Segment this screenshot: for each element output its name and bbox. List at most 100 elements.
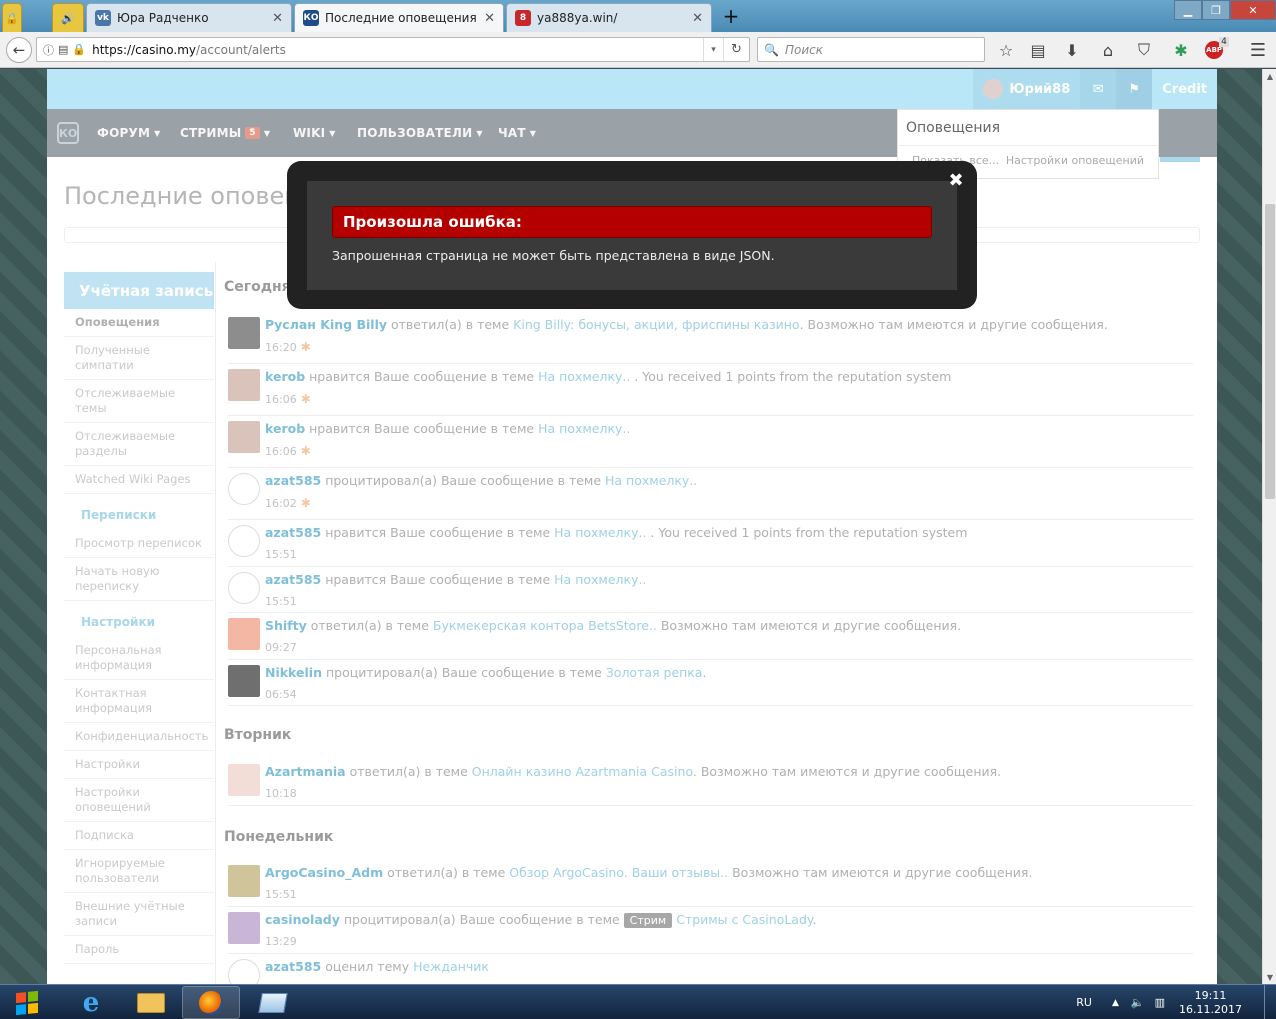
taskbar-ie[interactable]: e	[62, 986, 120, 1019]
menu-users[interactable]: ПОЛЬЗОВАТЕЛИ ▼	[357, 109, 483, 157]
list-item[interactable]: azat585 нравится Ваше сообщение в теме Н…	[228, 520, 1193, 567]
alert-link[interactable]: Золотая репка	[606, 665, 703, 680]
sidebar-item-personal-info[interactable]: Персональная информация	[64, 637, 214, 680]
taskbar-firefox[interactable]	[182, 986, 240, 1019]
alert-user[interactable]: kerob	[265, 369, 305, 384]
sidebar-item-subscription[interactable]: Подписка	[64, 822, 214, 850]
site-logo[interactable]: КО	[57, 122, 79, 144]
pinned-tab[interactable]: 🔒	[2, 3, 22, 32]
start-button[interactable]	[8, 985, 46, 1019]
alert-user[interactable]: azat585	[265, 473, 321, 488]
list-item[interactable]: ArgoCasino_Adm ответил(а) в теме Обзор A…	[228, 860, 1193, 907]
credit-link[interactable]: Credit	[1152, 69, 1217, 109]
clock-date[interactable]: 16.11.2017	[1179, 1003, 1242, 1017]
alert-user[interactable]: Azartmania	[265, 764, 346, 779]
alert-link[interactable]: Стримы с CasinoLady	[676, 912, 812, 927]
scroll-up-icon[interactable]: ▲	[1263, 69, 1276, 83]
inbox-button[interactable]: ✉	[1080, 69, 1117, 109]
alert-user[interactable]: kerob	[265, 421, 305, 436]
tab-close-icon[interactable]: ✕	[272, 11, 283, 26]
alert-link[interactable]: Обзор ArgoCasino. Ваши отзывы..	[509, 865, 728, 880]
reading-list-icon[interactable]: ▤	[1026, 38, 1050, 62]
taskbar-app[interactable]	[244, 986, 302, 1019]
user-account-link[interactable]: Юрий88	[973, 69, 1081, 109]
extension-icon[interactable]: ✱	[1168, 38, 1194, 62]
list-item[interactable]: kerob нравится Ваше сообщение в теме На …	[228, 364, 1193, 416]
hamburger-menu-icon[interactable]: ☰	[1246, 38, 1270, 62]
alert-link[interactable]: На похмелку..	[538, 421, 630, 436]
list-item[interactable]: Shifty ответил(а) в теме Букмекерская ко…	[228, 613, 1193, 660]
dropdown-arrow-icon[interactable]: ▾	[703, 38, 723, 61]
sidebar-item-password[interactable]: Пароль	[64, 936, 214, 964]
menu-streams[interactable]: СТРИМЫ 5 ▼	[180, 109, 270, 157]
alert-settings-link[interactable]: Настройки оповещений	[1006, 154, 1144, 167]
alert-link[interactable]: На похмелку..	[538, 369, 630, 384]
info-icon[interactable]: ⓘ	[43, 42, 54, 58]
maximize-button[interactable]: ❐	[1202, 0, 1230, 20]
volume-icon[interactable]: 🔈	[1131, 996, 1145, 1009]
sidebar-item-start-conversation[interactable]: Начать новую переписку	[64, 558, 214, 601]
scroll-down-icon[interactable]: ▼	[1263, 970, 1276, 984]
menu-chat[interactable]: ЧАТ ▼	[498, 109, 536, 157]
adblock-icon[interactable]: ABP 4	[1204, 37, 1234, 62]
list-item[interactable]: azat585 процитировал(а) Ваше сообщение в…	[228, 468, 1193, 520]
sidebar-item-ignored-users[interactable]: Игнорируемые пользователи	[64, 850, 214, 893]
download-icon[interactable]: ⬇	[1060, 38, 1084, 62]
pinned-tab-audio[interactable]: 🔊	[52, 3, 84, 32]
sidebar-item-preferences[interactable]: Настройки	[64, 751, 214, 779]
close-icon[interactable]: ✖	[947, 170, 965, 191]
alert-user[interactable]: Shifty	[265, 618, 307, 633]
tab-close-icon[interactable]: ✕	[484, 11, 495, 26]
reload-icon[interactable]: ↻	[723, 38, 749, 61]
sidebar-item-watched-wiki[interactable]: Watched Wiki Pages	[64, 466, 214, 494]
list-item[interactable]: kerob нравится Ваше сообщение в теме На …	[228, 416, 1193, 468]
taskbar-explorer[interactable]	[122, 986, 180, 1019]
menu-forum[interactable]: ФОРУМ ▼	[97, 109, 160, 157]
alert-link[interactable]: Нежданчик	[413, 959, 489, 974]
list-item[interactable]: Руслан King Billy ответил(а) в теме King…	[228, 312, 1193, 364]
alert-link[interactable]: Букмекерская контора BetsStore..	[433, 618, 657, 633]
language-indicator[interactable]: RU	[1076, 996, 1092, 1009]
alert-user[interactable]: azat585	[265, 959, 321, 974]
show-desktop-button[interactable]	[1264, 985, 1276, 1019]
tab-vk[interactable]: vk Юра Радченко ✕	[86, 3, 292, 32]
sidebar-item-watched-threads[interactable]: Отслеживаемые темы	[64, 380, 214, 423]
list-item[interactable]: casinolady процитировал(а) Ваше сообщени…	[228, 907, 1193, 954]
scrollbar-thumb[interactable]	[1265, 204, 1275, 499]
sidebar-item-alert-preferences[interactable]: Настройки оповещений	[64, 779, 214, 822]
minimize-button[interactable]: ▁	[1174, 0, 1202, 20]
list-item[interactable]: Nikkelin процитировал(а) Ваше сообщение …	[228, 660, 1193, 706]
list-item[interactable]: azat585 оценил тему Нежданчик	[228, 954, 1193, 984]
menu-wiki[interactable]: WIKI ▼	[293, 109, 336, 157]
sidebar-item-alerts[interactable]: Оповещения	[64, 309, 214, 337]
tab-ya888ya[interactable]: 8 ya888ya.win/ ✕	[506, 3, 712, 32]
network-icon[interactable]: ▥	[1155, 996, 1165, 1009]
sidebar-item-view-conversations[interactable]: Просмотр переписок	[64, 530, 214, 558]
sidebar-item-external-accounts[interactable]: Внешние учётные записи	[64, 893, 214, 936]
tab-close-icon[interactable]: ✕	[692, 11, 703, 26]
bookmark-star-icon[interactable]: ☆	[994, 38, 1018, 62]
plus-icon[interactable]: +	[720, 4, 742, 28]
clock-time[interactable]: 19:11	[1195, 989, 1227, 1003]
alert-link[interactable]: На похмелку..	[554, 525, 646, 540]
search-input[interactable]: 🔍 Поиск	[757, 37, 985, 62]
home-icon[interactable]: ⌂	[1096, 38, 1120, 62]
sidebar-item-contact-info[interactable]: Контактная информация	[64, 680, 214, 723]
alert-user[interactable]: Руслан King Billy	[265, 317, 387, 332]
tracking-icon[interactable]: ▤	[58, 43, 68, 56]
sidebar-item-likes[interactable]: Полученные симпатии	[64, 337, 214, 380]
list-item[interactable]: Azartmania ответил(а) в теме Онлайн кази…	[228, 759, 1193, 806]
alert-link[interactable]: На похмелку..	[554, 572, 646, 587]
alerts-button[interactable]: ⚑	[1116, 69, 1153, 109]
alert-user[interactable]: azat585	[265, 525, 321, 540]
tab-alerts[interactable]: КО Последние оповещения | Ф ✕	[294, 3, 504, 32]
alert-user[interactable]: ArgoCasino_Adm	[265, 865, 383, 880]
alert-user[interactable]: casinolady	[265, 912, 340, 927]
sidebar-item-privacy[interactable]: Конфиденциальность	[64, 723, 214, 751]
back-arrow-icon[interactable]: ←	[6, 37, 32, 63]
alert-link[interactable]: King Billy: бонусы, акции, фриспины кази…	[513, 317, 799, 332]
alert-user[interactable]: azat585	[265, 572, 321, 587]
page-scrollbar[interactable]: ▲ ▼	[1262, 69, 1276, 984]
show-hidden-icons-icon[interactable]: ▲	[1112, 998, 1119, 1008]
alert-user[interactable]: Nikkelin	[265, 665, 322, 680]
